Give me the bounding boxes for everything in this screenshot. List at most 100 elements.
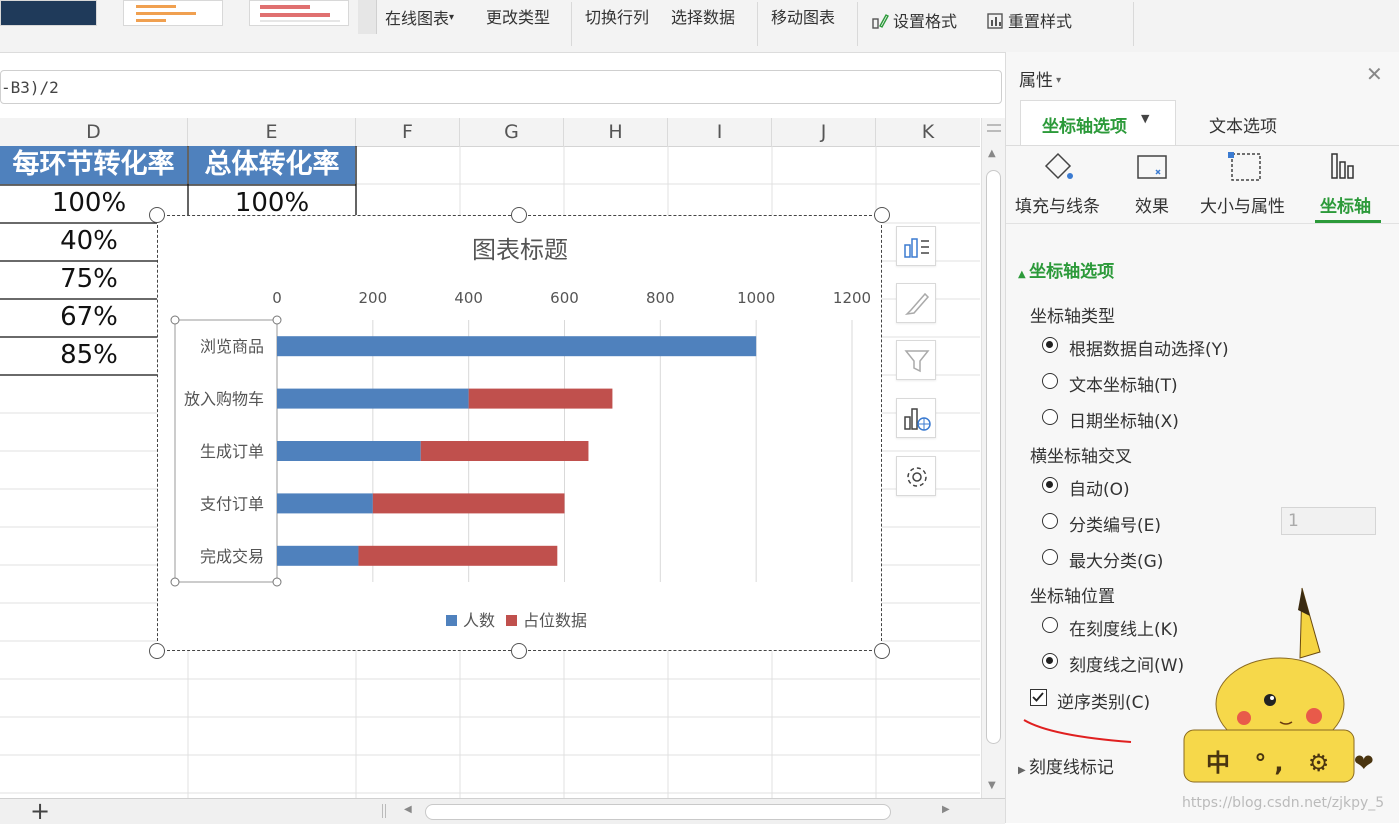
- bar-placeholder[interactable]: [468, 388, 613, 409]
- column-header-h[interactable]: H: [564, 118, 668, 146]
- bar-people[interactable]: [277, 336, 757, 357]
- legend-label[interactable]: 人数: [463, 611, 495, 630]
- resize-handle-bottom-left[interactable]: [149, 643, 165, 659]
- cell-d-row2[interactable]: 40%: [0, 226, 178, 256]
- bar-people[interactable]: [277, 493, 373, 514]
- chart-settings-button[interactable]: [896, 456, 936, 496]
- radio-date-axis[interactable]: [1042, 409, 1058, 425]
- chart-title[interactable]: 图表标题: [472, 236, 568, 264]
- change-type-button[interactable]: 更改类型: [486, 5, 550, 31]
- add-sheet-icon[interactable]: +: [30, 799, 50, 823]
- set-format-button[interactable]: 设置格式: [870, 9, 957, 35]
- option-max-category[interactable]: 最大分类(G): [1069, 547, 1163, 572]
- section-tick-marks[interactable]: ▶ 刻度线标记: [1018, 753, 1114, 778]
- vertical-scroll-thumb[interactable]: [986, 170, 1001, 744]
- legend-label[interactable]: 占位数据: [523, 611, 587, 630]
- resize-handle-top-right[interactable]: [874, 207, 890, 223]
- tab-axis-options[interactable]: 坐标轴选项 ▼: [1020, 100, 1176, 146]
- bar-placeholder[interactable]: [358, 545, 558, 566]
- position-label: 坐标轴位置: [1030, 587, 1115, 607]
- column-header-k[interactable]: K: [876, 118, 980, 146]
- chevron-down-icon: ▼: [1141, 112, 1150, 125]
- tab-axis-options-label: 坐标轴选项: [1042, 117, 1127, 137]
- radio-cross-auto[interactable]: [1042, 477, 1058, 493]
- axis-selection-handle[interactable]: [170, 315, 180, 325]
- column-header-i[interactable]: I: [668, 118, 772, 146]
- column-header-g[interactable]: G: [460, 118, 564, 146]
- icon-tab-effects[interactable]: 效果: [1135, 192, 1169, 217]
- column-header-f[interactable]: F: [356, 118, 460, 146]
- tab-text-options[interactable]: 文本选项: [1209, 112, 1277, 137]
- radio-max-category[interactable]: [1042, 549, 1058, 565]
- gallery-scroll[interactable]: [358, 0, 377, 34]
- split-handle[interactable]: [987, 124, 1001, 132]
- icon-tab-axis[interactable]: 坐标轴: [1320, 192, 1371, 217]
- chart-style-button[interactable]: [896, 283, 936, 323]
- reverse-checkbox[interactable]: [1030, 689, 1047, 706]
- cell-d-row4[interactable]: 67%: [0, 302, 178, 332]
- bar-people[interactable]: [277, 545, 359, 566]
- resize-handle-top[interactable]: [511, 207, 527, 223]
- category-number-input[interactable]: 1: [1281, 507, 1376, 535]
- chart-style-thumbnail-2[interactable]: [123, 0, 223, 26]
- header-cell-total-rate[interactable]: 总体转化率: [189, 146, 355, 184]
- online-chart-side-button[interactable]: [896, 398, 936, 438]
- chart-style-thumbnail-1[interactable]: [0, 0, 97, 26]
- chart-filter-button[interactable]: [896, 340, 936, 380]
- reverse-categories-label[interactable]: 逆序类别(C): [1057, 688, 1150, 713]
- chart-area[interactable]: 图表标题 0 200 400 600 800 1000 1200 浏览商品 放入购物车 生成订单…: [157, 215, 882, 651]
- icon-tab-fill-line[interactable]: 填充与线条: [1015, 192, 1100, 217]
- bar-people[interactable]: [277, 441, 421, 461]
- radio-auto-select[interactable]: [1042, 337, 1058, 353]
- scroll-left-icon[interactable]: ◀: [404, 804, 412, 815]
- scroll-right-icon[interactable]: ▶: [942, 804, 950, 815]
- reset-style-button[interactable]: 重置样式: [985, 9, 1072, 35]
- cell-e-row1[interactable]: 100%: [188, 188, 356, 218]
- option-category-number[interactable]: 分类编号(E): [1069, 511, 1161, 536]
- tab-divider: [1006, 145, 1399, 146]
- radio-on-tick[interactable]: [1042, 617, 1058, 633]
- scroll-up-icon[interactable]: ▲: [988, 148, 996, 159]
- radio-category-number[interactable]: [1042, 513, 1058, 529]
- column-header-d[interactable]: D: [0, 118, 188, 146]
- formula-bar[interactable]: -B3)/2: [0, 70, 1002, 104]
- switch-row-col-button[interactable]: 切换行列: [585, 5, 649, 31]
- category-label: 放入购物车: [184, 390, 264, 409]
- header-cell-stage-rate[interactable]: 每环节转化率: [0, 146, 187, 184]
- tab-split-handle[interactable]: [382, 804, 386, 818]
- option-date-axis[interactable]: 日期坐标轴(X): [1069, 407, 1179, 432]
- chart-style-thumbnail-3[interactable]: [249, 0, 349, 26]
- resize-handle-bottom[interactable]: [511, 643, 527, 659]
- x-tick-label: 800: [646, 289, 675, 307]
- horizontal-scroll-thumb[interactable]: [425, 804, 891, 820]
- online-chart-button[interactable]: 在线图表▾: [385, 5, 454, 31]
- move-chart-button[interactable]: 移动图表: [771, 5, 835, 31]
- icon-tab-size-properties[interactable]: 大小与属性: [1200, 192, 1285, 217]
- option-cross-auto[interactable]: 自动(O): [1069, 475, 1130, 500]
- radio-text-axis[interactable]: [1042, 373, 1058, 389]
- option-between-tick[interactable]: 刻度线之间(W): [1069, 651, 1184, 676]
- panel-title[interactable]: 属性 ▾: [1019, 66, 1061, 91]
- vertical-scrollbar[interactable]: ▲ ▼: [981, 118, 1006, 798]
- bar-people[interactable]: [277, 388, 469, 409]
- scroll-down-icon[interactable]: ▼: [988, 780, 996, 791]
- option-on-tick[interactable]: 在刻度线上(K): [1069, 615, 1178, 640]
- axis-selection-handle[interactable]: [272, 315, 282, 325]
- column-header-e[interactable]: E: [188, 118, 356, 146]
- axis-selection-handle[interactable]: [272, 577, 282, 587]
- resize-handle-bottom-right[interactable]: [874, 643, 890, 659]
- cell-d-row3[interactable]: 75%: [0, 264, 178, 294]
- select-data-button[interactable]: 选择数据: [671, 5, 735, 31]
- chart-elements-button[interactable]: [896, 226, 936, 266]
- bar-placeholder[interactable]: [420, 441, 589, 461]
- resize-handle-top-left[interactable]: [149, 207, 165, 223]
- option-auto-select[interactable]: 根据数据自动选择(Y): [1069, 335, 1229, 360]
- section-axis-options[interactable]: ▲ 坐标轴选项: [1018, 257, 1114, 282]
- radio-between-tick[interactable]: [1042, 653, 1058, 669]
- cell-d-row5[interactable]: 85%: [0, 340, 178, 370]
- option-text-axis[interactable]: 文本坐标轴(T): [1069, 371, 1178, 396]
- axis-selection-handle[interactable]: [170, 577, 180, 587]
- column-header-j[interactable]: J: [772, 118, 876, 146]
- bar-placeholder[interactable]: [372, 493, 565, 514]
- close-icon[interactable]: ✕: [1366, 62, 1383, 86]
